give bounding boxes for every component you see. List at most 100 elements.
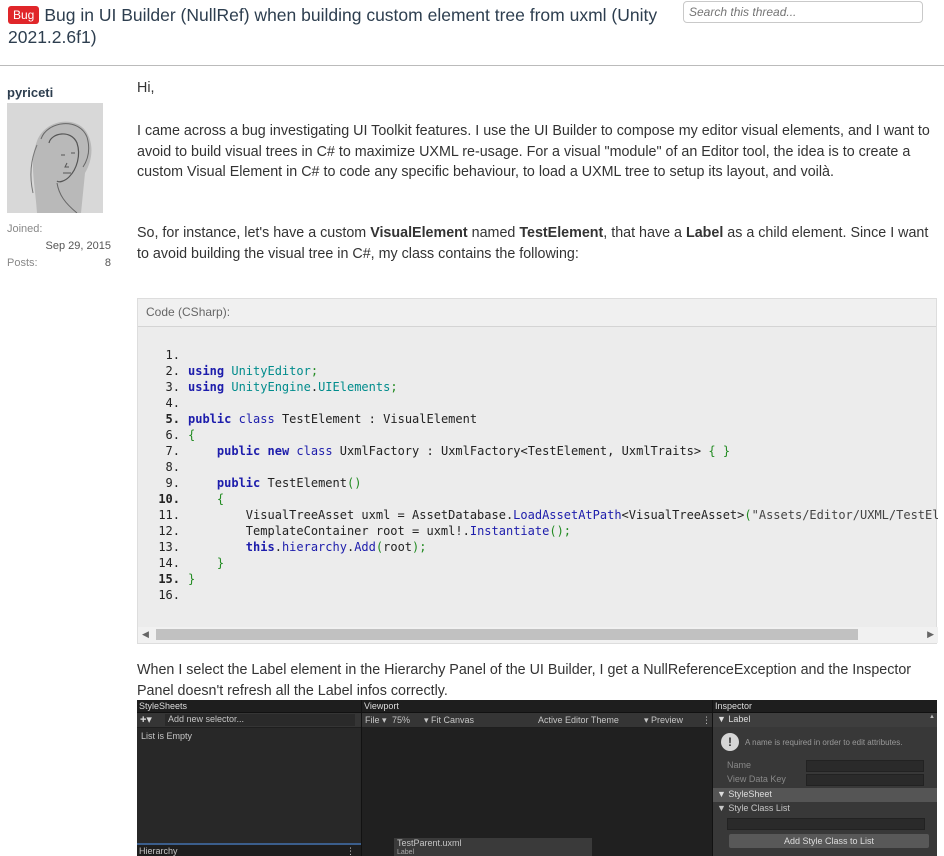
code-line: 10. { xyxy=(138,491,938,507)
code-line: 4. xyxy=(138,395,938,411)
p2-bold-visualelement: VisualElement xyxy=(370,225,468,241)
post-greeting: Hi, xyxy=(137,80,155,96)
code-text: TemplateContainer root = uxml!.Instantia… xyxy=(245,524,572,538)
stylesheets-title: StyleSheets xyxy=(137,700,361,713)
viewport-toolbar: File ▾ 75% ▾ Fit Canvas Active Editor Th… xyxy=(362,713,712,728)
code-line: 8. xyxy=(138,459,938,475)
thread-header: Bug Bug in UI Builder (NullRef) when buil… xyxy=(0,0,944,66)
code-text: } xyxy=(216,556,225,570)
post-paragraph-3: When I select the Label element in the H… xyxy=(137,662,912,699)
code-line: 9. public TestElement() xyxy=(138,475,938,491)
code-line: 11. VisualTreeAsset uxml = AssetDatabase… xyxy=(138,507,938,523)
view-data-key-row: View Data Key xyxy=(713,773,937,787)
posts-label: Posts: xyxy=(7,257,38,269)
username[interactable]: pyriceti xyxy=(7,85,117,100)
code-line: 6. { xyxy=(138,427,938,443)
line-number: 11. xyxy=(158,508,180,522)
stylesheets-toolbar: +▾ Add new selector... xyxy=(137,713,361,728)
label-section-header[interactable]: ▼ Label xyxy=(713,713,937,727)
style-class-list-header[interactable]: ▼ Style Class List xyxy=(713,802,937,816)
code-line: 1. xyxy=(138,347,938,363)
document-selected-element: Label xyxy=(397,849,415,856)
thread-title: Bug Bug in UI Builder (NullRef) when buil… xyxy=(8,4,673,48)
line-number: 10. xyxy=(158,492,180,506)
document-tab[interactable]: TestParent.uxml Label xyxy=(394,838,592,856)
code-line: 13. this.hierarchy.Add(root); xyxy=(138,539,938,555)
stylesheet-section-header[interactable]: ▼ StyleSheet xyxy=(713,788,937,802)
line-number: 1. xyxy=(165,348,180,362)
post-body: Hi, I came across a bug investigating UI… xyxy=(137,78,937,262)
unity-screenshot: StyleSheets +▾ Add new selector... List … xyxy=(137,700,937,856)
inspector-scroll-up-icon[interactable]: ▲ xyxy=(929,714,935,724)
info-icon: ! xyxy=(721,733,739,751)
line-number: 14. xyxy=(158,556,180,570)
document-name: TestParent.uxml xyxy=(397,838,462,848)
fit-canvas-button[interactable]: ▾ Fit Canvas xyxy=(424,715,474,726)
file-menu[interactable]: File ▾ xyxy=(365,715,387,725)
viewport-title: Viewport xyxy=(362,700,712,713)
avatar[interactable] xyxy=(7,103,103,213)
line-number: 12. xyxy=(158,524,180,538)
user-info: pyriceti Joined: Sep 29, 2015 Posts: 8 xyxy=(7,85,117,272)
code-line: 16. xyxy=(138,587,938,603)
bug-badge[interactable]: Bug xyxy=(8,6,40,24)
name-required-notice: ! A name is required in order to edit at… xyxy=(717,729,933,757)
scroll-right-icon[interactable]: ▶ xyxy=(927,629,934,640)
search-thread-input[interactable] xyxy=(683,1,923,23)
code-text: using UnityEngine.UIElements; xyxy=(188,380,398,394)
view-data-key-field[interactable] xyxy=(806,774,924,786)
code-line: 12. TemplateContainer root = uxml!.Insta… xyxy=(138,523,938,539)
joined-label: Joined: xyxy=(7,223,43,235)
add-selector-field[interactable]: Add new selector... xyxy=(165,714,355,726)
code-header: Code (CSharp): xyxy=(138,299,936,327)
code-text: public class TestElement : VisualElement xyxy=(188,412,478,426)
preview-button[interactable]: ▾ Preview xyxy=(644,715,683,726)
code-text: public new class UxmlFactory : UxmlFacto… xyxy=(216,444,731,458)
line-number: 8. xyxy=(165,460,180,474)
more-icon[interactable]: ⋮ xyxy=(346,846,355,856)
zoom-level[interactable]: 75% xyxy=(392,715,410,725)
hierarchy-title: Hierarchy ⋮ xyxy=(137,843,361,856)
code-line: 5. public class TestElement : VisualEleme… xyxy=(138,411,938,427)
p2-text-e: , that have a xyxy=(603,225,686,241)
line-number: 3. xyxy=(165,380,180,394)
line-number: 9. xyxy=(165,476,180,490)
p2-text-c: named xyxy=(467,225,520,241)
code-text: using UnityEditor; xyxy=(188,364,319,378)
line-number: 16. xyxy=(158,588,180,602)
code-block: Code (CSharp): 1. 2. using UnityEditor; 3. u… xyxy=(137,298,938,644)
viewport-pane: Viewport File ▾ 75% ▾ Fit Canvas Active … xyxy=(362,700,712,856)
p2-text-a: So, for instance, let's have a custom xyxy=(137,225,371,241)
post-paragraph-2: So, for instance, let's have a custom Vi… xyxy=(137,223,937,264)
thread-title-text: Bug in UI Builder (NullRef) when buildin… xyxy=(8,5,658,47)
style-class-input[interactable] xyxy=(727,818,925,830)
posts-value: 8 xyxy=(104,257,111,269)
code-text: public TestElement() xyxy=(216,476,362,490)
line-number: 5. xyxy=(165,412,180,426)
code-horizontal-scrollbar[interactable]: ◀ ▶ xyxy=(138,627,938,643)
add-style-class-button[interactable]: Add Style Class to List xyxy=(729,834,929,848)
scrollbar-thumb[interactable] xyxy=(156,629,858,640)
code-text: } xyxy=(188,572,196,586)
joined-value: Sep 29, 2015 xyxy=(45,240,111,252)
code-text: this.hierarchy.Add(root); xyxy=(245,540,427,554)
line-number: 4. xyxy=(165,396,180,410)
viewport-more-icon[interactable]: ⋮ xyxy=(702,715,711,726)
stylesheets-pane: StyleSheets +▾ Add new selector... List … xyxy=(137,700,361,856)
stylesheets-list-empty: List is Empty xyxy=(141,731,193,741)
plus-icon[interactable]: +▾ xyxy=(140,714,152,726)
scroll-left-icon[interactable]: ◀ xyxy=(142,629,149,640)
code-lines[interactable]: 1. 2. using UnityEditor; 3. using UnityEngin… xyxy=(138,347,938,603)
name-field[interactable] xyxy=(806,760,924,772)
p2-bold-label: Label xyxy=(685,225,724,241)
theme-dropdown[interactable]: Active Editor Theme xyxy=(538,715,619,725)
code-line: 2. using UnityEditor; xyxy=(138,363,938,379)
code-text: VisualTreeAsset uxml = AssetDatabase.Loa… xyxy=(245,508,938,522)
code-line: 7. public new class UxmlFactory : UxmlFa… xyxy=(138,443,938,459)
line-number: 2. xyxy=(165,364,180,378)
code-line: 3. using UnityEngine.UIElements; xyxy=(138,379,938,395)
p2-bold-testelement: TestElement xyxy=(519,225,604,241)
